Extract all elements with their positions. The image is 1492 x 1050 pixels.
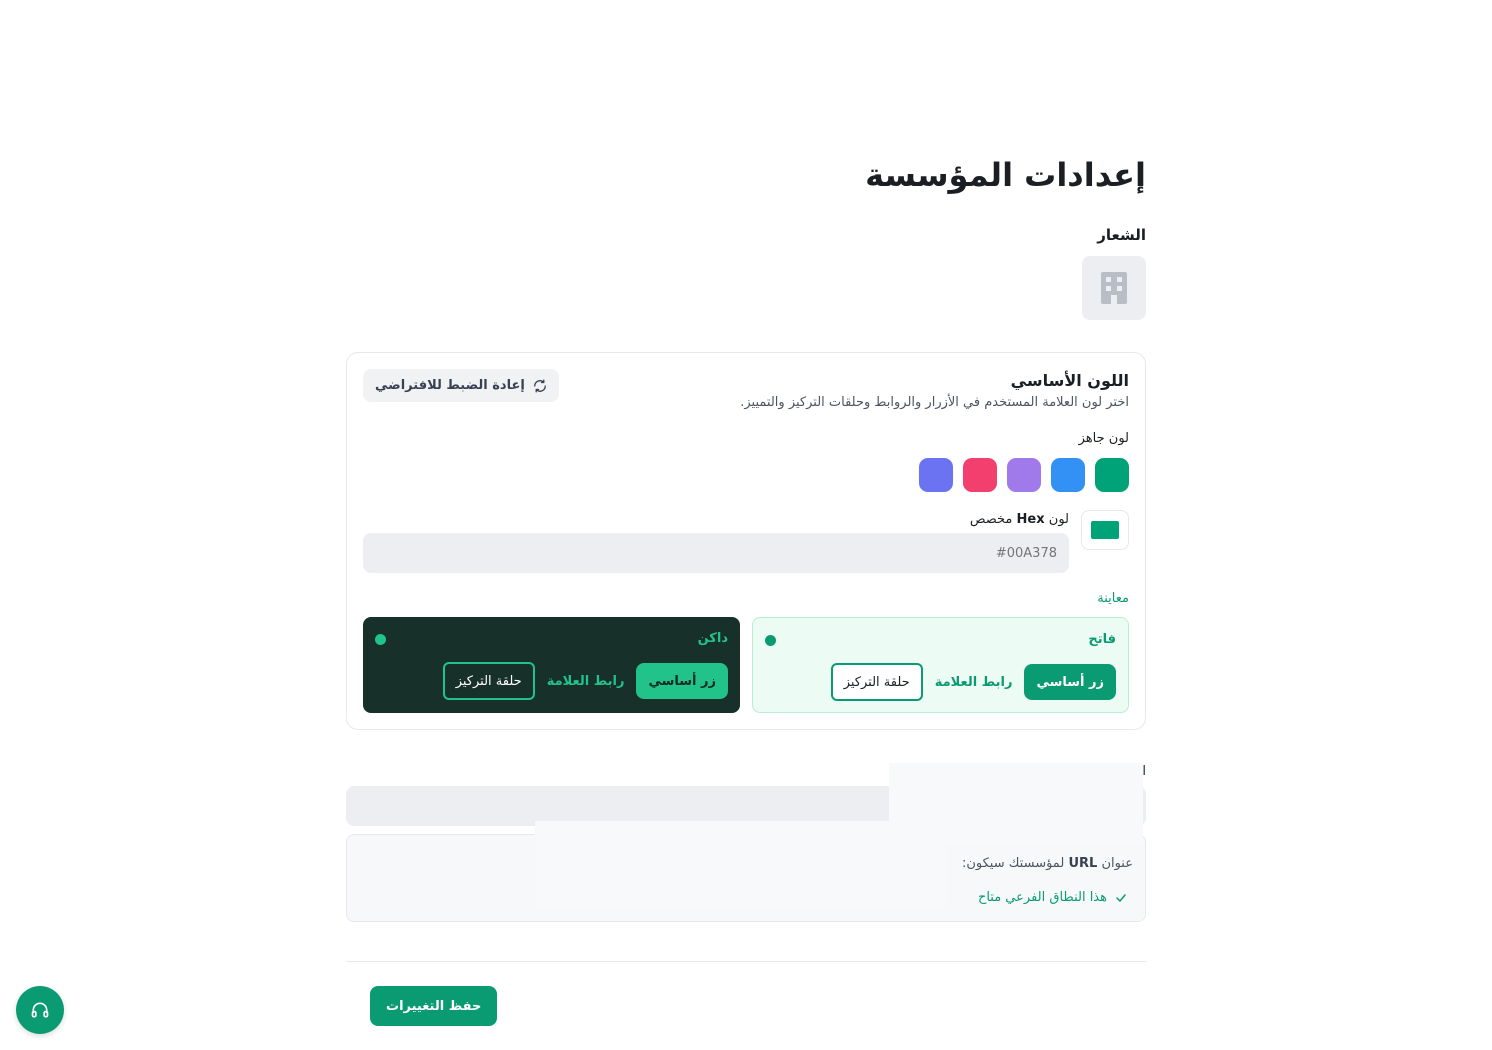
selected-color-chip <box>1091 521 1119 539</box>
logo-label: الشعار <box>1097 226 1146 244</box>
availability-status: هذا النطاق الفرعي متاح <box>978 890 1127 905</box>
preview-light-brand-link[interactable]: رابط العلامة <box>935 675 1013 690</box>
custom-color-picker[interactable] <box>1081 510 1129 550</box>
logo-upload[interactable] <box>1082 256 1146 320</box>
preview-light: فاتح زر أساسي رابط العلامة حلقة التركيز <box>752 617 1129 713</box>
reset-default-button[interactable]: إعادة الضبط للافتراضي <box>363 369 559 402</box>
preview-dark-focus-ring[interactable]: حلقة التركيز <box>442 662 535 700</box>
color-swatch-1[interactable] <box>1095 458 1129 492</box>
url-preview-text: عنوان URL لمؤسستك سيكون: <box>961 856 1133 871</box>
reset-default-label: إعادة الضبط للافتراضي <box>375 378 525 393</box>
preset-color-label: لون جاهز <box>1078 431 1129 446</box>
preview-label: معاينة <box>1097 591 1129 606</box>
availability-text: هذا النطاق الفرعي متاح <box>977 890 1107 905</box>
divider <box>346 961 1146 962</box>
color-swatch-3[interactable] <box>1007 458 1041 492</box>
preview-light-primary-button[interactable]: زر أساسي <box>1024 664 1116 700</box>
preview-dark-title: داكن <box>697 631 728 646</box>
primary-color-card: اللون الأساسي اختر لون العلامة المستخدم … <box>346 352 1146 730</box>
preview-light-dot <box>765 635 776 646</box>
preview-dark-brand-link[interactable]: رابط العلامة <box>547 674 625 689</box>
check-icon <box>1116 893 1126 902</box>
primary-color-description: اختر لون العلامة المستخدم في الأزرار وال… <box>740 395 1129 410</box>
color-swatch-2[interactable] <box>1051 458 1085 492</box>
headset-icon <box>31 1002 49 1018</box>
help-button[interactable] <box>16 986 64 1034</box>
hex-input[interactable] <box>363 533 1069 573</box>
refresh-icon <box>533 379 546 392</box>
color-swatch-4[interactable] <box>963 458 997 492</box>
hex-label: لون Hex مخصص <box>969 512 1069 527</box>
color-swatch-5[interactable] <box>919 458 953 492</box>
preset-swatches <box>919 458 1129 492</box>
tooltip-overlay-panel <box>535 821 946 908</box>
preview-dark-primary-button[interactable]: زر أساسي <box>636 663 728 699</box>
building-icon <box>1101 272 1127 304</box>
save-changes-button[interactable]: حفظ التغييرات <box>370 986 498 1026</box>
preview-dark-dot <box>375 634 386 645</box>
preview-dark: داكن زر أساسي رابط العلامة حلقة التركيز <box>363 617 740 713</box>
preview-light-focus-ring[interactable]: حلقة التركيز <box>830 663 923 701</box>
page-title: إعدادات المؤسسة <box>865 156 1146 194</box>
primary-color-title: اللون الأساسي <box>1010 371 1129 390</box>
preview-light-title: فاتح <box>1088 632 1116 647</box>
